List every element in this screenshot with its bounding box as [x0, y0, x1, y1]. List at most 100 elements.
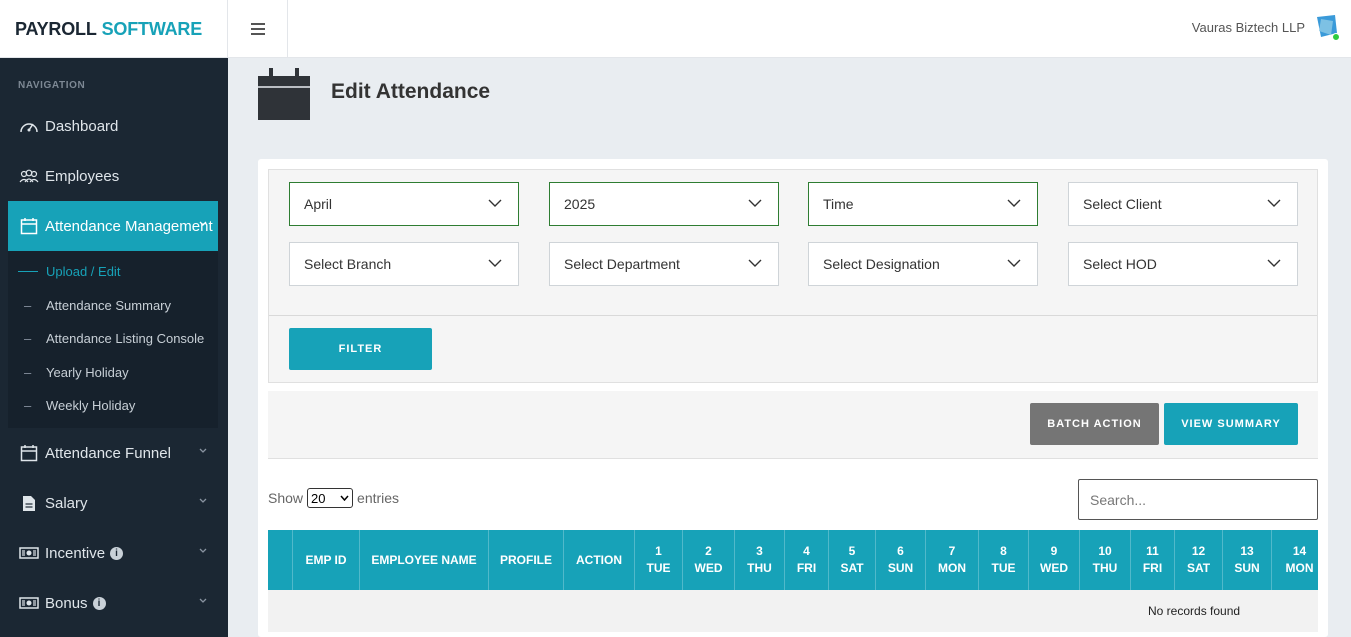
chevron-down-icon [199, 598, 207, 603]
menu-toggle-button[interactable] [228, 0, 288, 58]
divider [269, 315, 1317, 316]
nav-heading: NAVIGATION [18, 80, 86, 91]
sidebar: NAVIGATION Dashboard Employees Attendanc… [0, 58, 228, 637]
column-header-day[interactable]: 8 TUE [979, 530, 1029, 590]
column-header-day[interactable]: 4 FRI [785, 530, 829, 590]
info-icon[interactable]: i [92, 596, 106, 610]
sidebar-item-salary[interactable]: Salary [8, 478, 218, 528]
sidebar-item-label: Attendance Management [45, 217, 213, 235]
page-title: Edit Attendance [331, 80, 491, 103]
time-select[interactable]: Time [808, 182, 1038, 226]
weekday-label: WED [694, 561, 723, 575]
weekday-label: THU [1092, 561, 1118, 575]
column-header-emp-id[interactable]: EMP ID [293, 530, 360, 590]
chevron-down-icon [488, 259, 502, 267]
chevron-down-icon [199, 221, 207, 226]
search-input[interactable]: Search... [1078, 479, 1318, 520]
submenu-item-label: Weekly Holiday [46, 397, 136, 413]
table-header: EMP ID EMPLOYEE NAME PROFILE ACTION 1 TUE… [268, 530, 1318, 590]
company-name[interactable]: Vauras Biztech LLP [1192, 20, 1305, 35]
column-header-day[interactable]: 14 MON [1272, 530, 1327, 590]
company-avatar-icon[interactable] [1313, 13, 1341, 41]
column-header-day[interactable]: 13 SUN [1223, 530, 1272, 590]
department-select[interactable]: Select Department [549, 242, 779, 286]
submenu-item-attendance-listing-console[interactable]: – Attendance Listing Console [8, 324, 204, 352]
day-number: 7 [948, 544, 956, 558]
column-header-day[interactable]: 1 TUE [635, 530, 683, 590]
weekday-label: TUE [991, 561, 1016, 575]
chevron-down-icon [1007, 259, 1021, 267]
column-header-day[interactable]: 7 MON [926, 530, 979, 590]
view-summary-button[interactable]: VIEW SUMMARY [1164, 403, 1298, 445]
calendar-icon [18, 443, 40, 463]
batch-action-button[interactable]: BATCH ACTION [1030, 403, 1159, 445]
month-select[interactable]: April [289, 182, 519, 226]
weekday-label: WED [1040, 561, 1068, 575]
day-number: 8 [1000, 544, 1007, 558]
filter-button[interactable]: FILTER [289, 328, 432, 370]
submenu-item-attendance-summary[interactable]: – Attendance Summary [8, 291, 171, 319]
hamburger-icon [250, 23, 265, 35]
day-number: 14 [1292, 544, 1307, 558]
column-header-day[interactable]: 5 SAT [829, 530, 876, 590]
branch-select[interactable]: Select Branch [289, 242, 519, 286]
submenu-item-label: Upload / Edit [46, 263, 121, 279]
chevron-down-icon [199, 448, 207, 453]
submenu-item-yearly-holiday[interactable]: – Yearly Holiday [8, 358, 129, 386]
entries-control: Show 20 entries [268, 488, 399, 508]
chevron-down-icon [340, 495, 349, 501]
day-number: 12 [1191, 544, 1206, 558]
chevron-down-icon [1267, 199, 1281, 207]
day-number: 4 [803, 544, 810, 558]
weekday-label: SAT [1186, 561, 1211, 575]
submenu-item-weekly-holiday[interactable]: – Weekly Holiday [8, 391, 135, 419]
weekday-label: FRI [1142, 561, 1163, 575]
show-label: Show [268, 490, 304, 506]
table-row: No records found [268, 590, 1318, 632]
weekday-label: MON [938, 561, 966, 575]
chevron-down-icon [199, 498, 207, 503]
designation-select[interactable]: Select Designation [808, 242, 1038, 286]
calendar-icon [258, 68, 310, 120]
filter-panel: April 2025 Time Select Client Select Bra… [268, 169, 1318, 383]
submenu-item-label: Attendance Summary [46, 297, 172, 313]
column-header-day[interactable]: 12 SAT [1175, 530, 1223, 590]
submenu-item-label: Yearly Holiday [46, 364, 129, 380]
select-column-header[interactable] [268, 530, 293, 590]
brand-logo[interactable]: PAYROLL SOFTWARE [0, 0, 228, 58]
sidebar-item-bonus[interactable]: Bonus i [8, 578, 218, 628]
info-icon[interactable]: i [110, 546, 124, 560]
entries-select[interactable]: 20 [307, 488, 354, 508]
day-number: 1 [655, 544, 662, 558]
action-bar: BATCH ACTION VIEW SUMMARY [268, 391, 1318, 459]
day-number: 5 [848, 544, 856, 558]
sidebar-item-dashboard[interactable]: Dashboard [8, 101, 218, 151]
hod-select[interactable]: Select HOD [1068, 242, 1298, 286]
column-header-day[interactable]: 3 THU [735, 530, 785, 590]
client-select[interactable]: Select Client [1068, 182, 1298, 226]
submenu-item-label: Attendance Listing Console [46, 330, 205, 346]
column-header-day[interactable]: 9 WED [1029, 530, 1080, 590]
weekday-label: SUN [1234, 561, 1260, 575]
entries-label: entries [357, 490, 400, 506]
column-header-profile[interactable]: PROFILE [489, 530, 564, 590]
column-header-day[interactable]: 11 FRI [1131, 530, 1175, 590]
submenu-item-upload-edit[interactable]: Upload / Edit [8, 257, 120, 285]
sidebar-item-label: Employees [45, 167, 120, 185]
sidebar-item-incentive[interactable]: Incentive i [8, 528, 218, 578]
day-number: 6 [897, 544, 904, 558]
year-select[interactable]: 2025 [549, 182, 779, 226]
column-header-day[interactable]: 2 WED [683, 530, 735, 590]
column-header-action[interactable]: ACTION [564, 530, 635, 590]
column-header-day[interactable]: 10 THU [1080, 530, 1131, 590]
weekday-label: TUE [646, 561, 671, 575]
sidebar-item-label: Bonus [45, 594, 88, 612]
money-icon [18, 593, 40, 613]
sidebar-item-attendance-funnel[interactable]: Attendance Funnel [8, 428, 218, 478]
column-header-day[interactable]: 6 SUN [876, 530, 926, 590]
day-number: 9 [1050, 544, 1058, 558]
sidebar-item-employees[interactable]: Employees [8, 151, 218, 201]
sidebar-item-attendance-management[interactable]: Attendance Management [8, 201, 218, 251]
sidebar-item-label: Attendance Funnel [45, 444, 171, 462]
column-header-employee-name[interactable]: EMPLOYEE NAME [360, 530, 489, 590]
